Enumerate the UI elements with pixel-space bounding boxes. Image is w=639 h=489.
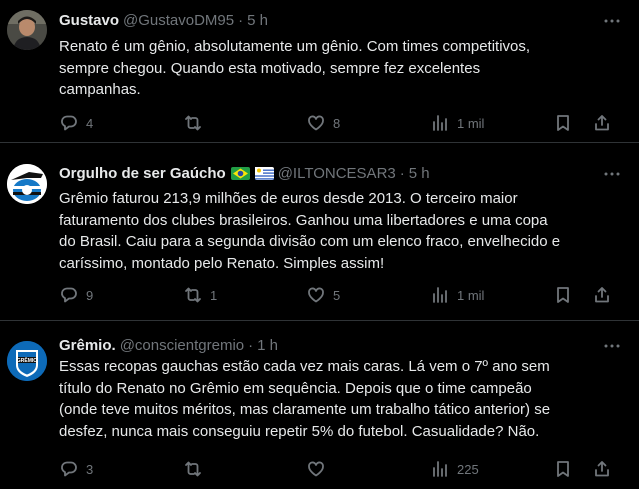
- views-button[interactable]: 225: [431, 459, 479, 479]
- brazil-flag-icon: [230, 166, 250, 180]
- retweet-button[interactable]: 1: [184, 285, 217, 305]
- views-count: 225: [457, 461, 479, 477]
- tweet[interactable]: GRÊMIO Grêmio. @conscientgremio · 1 h Es…: [0, 321, 639, 489]
- share-icon: [595, 461, 609, 477]
- share-icon: [595, 287, 609, 303]
- tweet-text-line: Renato é um gênio, absolutamente um gêni…: [59, 38, 531, 55]
- tweet-text-line: título do Renato no Grêmio em sequência.…: [59, 379, 532, 397]
- timestamp[interactable]: 5 h: [247, 12, 268, 29]
- reply-icon: [61, 461, 77, 477]
- like-button[interactable]: 5: [307, 285, 340, 305]
- more-options-icon[interactable]: [603, 12, 621, 30]
- more-options-icon[interactable]: [603, 165, 621, 183]
- tweet-header: Orgulho de ser Gaúcho @ILTONCESAR3 · 5 h: [59, 163, 599, 183]
- bookmark-button[interactable]: [554, 285, 572, 305]
- tweet-text-line: do Brasil. Caiu para a segunda divisão c…: [59, 233, 561, 250]
- separator-dot: ·: [399, 164, 405, 182]
- tweet-header: Gustavo @GustavoDM95 · 5 h: [59, 10, 599, 30]
- analytics-icon: [433, 461, 447, 477]
- views-count: 1 mil: [457, 287, 485, 303]
- heart-icon: [308, 461, 324, 477]
- avatar[interactable]: GRÊMIO: [7, 341, 47, 381]
- views-count: 1 mil: [457, 115, 485, 131]
- tweet[interactable]: Gustavo @GustavoDM95 · 5 h Renato é um g…: [0, 0, 639, 143]
- tweet-feed: Gustavo @GustavoDM95 · 5 h Renato é um g…: [0, 0, 639, 489]
- bookmark-button[interactable]: [554, 113, 572, 133]
- display-name[interactable]: Grêmio.: [59, 337, 116, 354]
- bookmark-icon: [557, 461, 569, 477]
- like-button[interactable]: [307, 459, 333, 479]
- retweet-button[interactable]: [184, 113, 210, 133]
- retweet-count: 1: [210, 287, 218, 303]
- retweet-icon: [185, 287, 201, 303]
- bookmark-button[interactable]: [554, 459, 572, 479]
- tweet-actions: 9 1 5 1 mil: [59, 285, 619, 305]
- user-photo-avatar-icon: [7, 10, 47, 50]
- tweet-text: Renato é um gênio, absolutamente um gêni…: [59, 36, 619, 101]
- retweet-icon: [185, 461, 201, 477]
- tweet-actions: 4 8 1 mil: [59, 113, 619, 133]
- timestamp[interactable]: 1 h: [257, 337, 278, 354]
- timestamp[interactable]: 5 h: [409, 165, 430, 182]
- like-count: 5: [333, 287, 341, 303]
- display-name[interactable]: Gustavo: [59, 12, 119, 29]
- heart-icon: [308, 287, 324, 303]
- views-button[interactable]: 1 mil: [431, 113, 484, 133]
- reply-icon: [61, 287, 77, 303]
- share-icon: [595, 115, 609, 131]
- uruguay-flag-icon: [254, 166, 274, 180]
- reply-icon: [61, 115, 77, 131]
- reply-button[interactable]: 3: [60, 459, 93, 479]
- tweet[interactable]: Orgulho de ser Gaúcho @ILTONCESAR3 · 5 h: [0, 143, 639, 321]
- tweet-text-line: Grêmio faturou 213,9 milhões de euros de…: [59, 190, 518, 207]
- separator-dot: ·: [238, 11, 244, 29]
- tweet-actions: 3 225: [59, 459, 619, 479]
- tweet-text-line: Essas recopas gauchas estão cada vez mai…: [59, 358, 550, 375]
- bookmark-icon: [557, 287, 569, 303]
- tweet-text-line: faturamento dos clubes brasileiros. Ganh…: [59, 211, 548, 229]
- reply-count: 4: [86, 115, 94, 131]
- avatar[interactable]: [7, 10, 47, 50]
- analytics-icon: [433, 287, 447, 303]
- bookmark-icon: [557, 115, 569, 131]
- avatar[interactable]: [7, 164, 47, 204]
- reply-count: 3: [86, 461, 94, 477]
- reply-button[interactable]: 9: [60, 285, 93, 305]
- like-button[interactable]: 8: [307, 113, 340, 133]
- like-count: 8: [333, 115, 341, 131]
- user-handle[interactable]: @conscientgremio: [120, 337, 244, 354]
- share-button[interactable]: [593, 459, 611, 479]
- tweet-text: Essas recopas gauchas estão cada vez mai…: [59, 356, 619, 442]
- reply-count: 9: [86, 287, 94, 303]
- tweet-text-line: caríssimo, montado pelo Renato. Simples …: [59, 254, 385, 272]
- retweet-button[interactable]: [184, 459, 210, 479]
- reply-button[interactable]: 4: [60, 113, 93, 133]
- more-options-icon[interactable]: [603, 337, 621, 355]
- share-button[interactable]: [593, 285, 611, 305]
- user-handle[interactable]: @GustavoDM95: [123, 12, 234, 29]
- views-button[interactable]: 1 mil: [431, 285, 484, 305]
- tweet-text-line: sempre chegou. Quando esta motivado, sem…: [59, 59, 481, 77]
- gremio-fan-avatar-icon: [7, 164, 47, 204]
- user-handle[interactable]: @ILTONCESAR3: [278, 165, 396, 182]
- separator-dot: ·: [248, 336, 254, 354]
- tweet-text-line: (onde teve muitos méritos, mas clarament…: [59, 401, 551, 418]
- tweet-text-line: campanhas.: [59, 81, 141, 98]
- tweet-text: Grêmio faturou 213,9 milhões de euros de…: [59, 188, 619, 274]
- tweet-text-line: desfez, nunca mais conseguiu repetir 5% …: [59, 422, 540, 440]
- share-button[interactable]: [593, 113, 611, 133]
- display-name[interactable]: Orgulho de ser Gaúcho: [59, 165, 226, 182]
- tweet-header: Grêmio. @conscientgremio · 1 h: [59, 335, 599, 355]
- retweet-icon: [185, 115, 201, 131]
- crest-text: GRÊMIO: [17, 356, 37, 364]
- heart-icon: [308, 115, 324, 131]
- analytics-icon: [433, 115, 447, 131]
- gremio-crest-avatar-icon: GRÊMIO: [7, 341, 47, 381]
